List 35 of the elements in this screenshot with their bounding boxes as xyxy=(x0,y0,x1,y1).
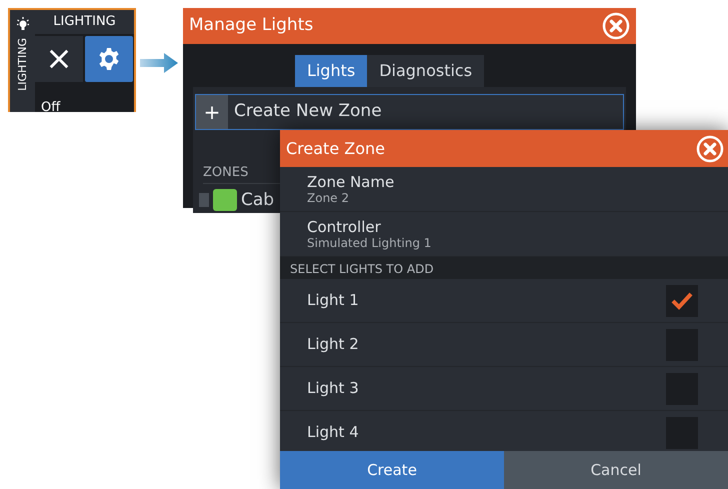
section-header: SELECT LIGHTS TO ADD xyxy=(280,257,728,279)
field-label: Zone Name xyxy=(307,173,396,191)
create-zone-button[interactable]: + Create New Zone xyxy=(195,94,624,130)
tab[interactable]: Lights xyxy=(294,55,368,87)
create-button[interactable]: Create xyxy=(280,451,504,489)
light-row[interactable]: Light 2 xyxy=(280,323,728,367)
close-icon[interactable] xyxy=(696,134,724,162)
checkbox[interactable] xyxy=(666,284,698,316)
field-value: Simulated Lighting 1 xyxy=(307,236,432,251)
tab[interactable]: Diagnostics xyxy=(367,55,484,87)
cancel-button[interactable]: Cancel xyxy=(504,451,728,489)
light-name: Light 1 xyxy=(307,290,359,312)
bulb-icon xyxy=(16,16,30,32)
window-title: Manage Lights xyxy=(189,14,314,38)
light-name: Light 2 xyxy=(307,334,359,356)
close-icon xyxy=(48,48,70,70)
light-row[interactable]: Light 1 xyxy=(280,279,728,323)
plus-icon: + xyxy=(196,95,228,129)
close-button[interactable] xyxy=(35,36,83,82)
light-name: Light 4 xyxy=(307,422,359,444)
status-text: Off xyxy=(40,99,62,117)
light-name: Light 3 xyxy=(307,378,359,400)
close-icon[interactable] xyxy=(602,12,630,40)
field-row[interactable]: Zone Name Zone 2 xyxy=(280,167,728,212)
field-value: Zone 2 xyxy=(307,191,350,206)
expand-icon xyxy=(199,193,209,208)
settings-button[interactable] xyxy=(85,36,133,82)
zone-name: Cab xyxy=(241,188,274,212)
field-label: Controller xyxy=(307,218,382,236)
light-row[interactable]: Light 3 xyxy=(280,367,728,411)
gear-icon xyxy=(97,47,121,71)
side-label: LIGHTING xyxy=(17,38,28,91)
arrow-icon xyxy=(140,53,178,73)
dialog-title: Create Zone xyxy=(286,138,385,160)
panel-title: LIGHTING xyxy=(35,10,134,34)
